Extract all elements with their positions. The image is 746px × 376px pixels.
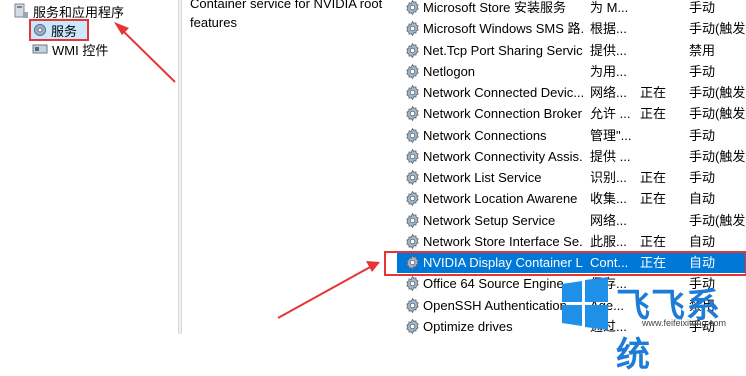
table-row[interactable]: Network Connection Broker 允许 ... 正在 手动(触发..…: [397, 103, 746, 124]
service-description-cell: 收集...: [590, 191, 627, 207]
service-description-cell: 为用...: [590, 63, 627, 79]
service-startup-type: 自动: [689, 255, 716, 270]
service-name: Network Connections: [423, 127, 547, 143]
tree-item-wmi[interactable]: WMI 控件: [32, 39, 108, 59]
service-description-cell: 允许 ...: [590, 106, 631, 122]
service-description-cell: 网络...: [590, 85, 627, 100]
service-description-cell: Cont...: [590, 255, 629, 270]
tree-item-services[interactable]: 服务: [32, 20, 77, 40]
table-row[interactable]: Microsoft Windows SMS 路... 根据... 手动(触发...: [397, 18, 746, 39]
table-row[interactable]: Network Connections 管理"... 手动: [397, 125, 746, 146]
service-name: Network Connected Devic...: [423, 85, 583, 100]
service-description-cell: 此服...: [590, 233, 627, 249]
service-status: [640, 125, 684, 146]
service-name: NVIDIA Display Container LS: [423, 255, 583, 270]
service-startup-type: 手动: [689, 127, 716, 143]
service-startup-type: 手动(触发...: [689, 212, 746, 228]
table-row-selected[interactable]: NVIDIA Display Container LS Cont... 正在 自动: [397, 252, 746, 273]
service-description-cell: 提供 ...: [590, 148, 631, 164]
service-status: [640, 0, 684, 18]
description-pane: Container service for NVIDIA root featur…: [182, 0, 392, 334]
service-status: 正在: [640, 170, 667, 185]
watermark: 飞飞系统 www.feifeixitong.com: [556, 272, 746, 375]
table-row[interactable]: Net.Tcp Port Sharing Service 提供... 禁用: [397, 40, 746, 61]
service-startup-type: 手动: [689, 170, 716, 185]
table-row[interactable]: Network Connectivity Assis... 提供 ... 手动(触发…: [397, 146, 746, 167]
gear-icon: [32, 22, 48, 38]
service-gear-icon: [404, 127, 422, 145]
service-startup-type: 禁用: [689, 42, 716, 58]
service-description-cell: 提供...: [590, 42, 627, 58]
service-description-cell: 识别...: [590, 170, 627, 185]
table-row[interactable]: Microsoft Store 安装服务 为 M... 手动: [397, 0, 746, 18]
service-name: Microsoft Store 安装服务: [423, 0, 567, 15]
table-row[interactable]: Network Store Interface Se... 此服... 正在 自动: [397, 231, 746, 252]
service-startup-type: 自动: [689, 233, 716, 249]
service-startup-type: 手动(触发...: [689, 106, 746, 122]
service-description: Container service for NVIDIA root featur…: [190, 0, 383, 30]
service-gear-icon: [404, 190, 422, 208]
tree-item-services-and-applications[interactable]: 服务和应用程序: [13, 1, 124, 21]
service-status: [640, 210, 684, 231]
service-gear-icon: [404, 42, 422, 60]
navigation-tree: 服务和应用程序 服务 WMI 控件: [0, 0, 178, 334]
service-name: Network Store Interface Se...: [423, 233, 583, 249]
windows-logo-icon: [562, 277, 608, 330]
service-gear-icon: [404, 148, 422, 166]
tree-item-label: 服务: [51, 23, 78, 39]
service-gear-icon: [404, 318, 422, 336]
watermark-url: www.feifeixitong.com: [642, 318, 727, 328]
service-status: [640, 146, 684, 167]
service-gear-icon: [404, 20, 422, 38]
service-gear-icon: [404, 0, 422, 17]
tree-item-label: WMI 控件: [52, 42, 109, 58]
wmi-control-icon: [32, 41, 48, 57]
service-description-cell: 管理"...: [590, 127, 632, 143]
service-description-cell: 根据...: [590, 21, 627, 37]
service-description-cell: 网络...: [590, 212, 627, 228]
service-status: 正在: [640, 106, 667, 122]
service-startup-type: 手动(触发...: [689, 85, 746, 100]
service-startup-type: 手动: [689, 63, 716, 79]
service-name: Net.Tcp Port Sharing Service: [423, 42, 583, 58]
table-row[interactable]: Network Location Awarene 收集... 正在 自动: [397, 188, 746, 209]
service-status: 正在: [640, 233, 667, 249]
service-name: Network Location Awarene: [423, 191, 578, 207]
service-gear-icon: [404, 63, 422, 81]
service-status: 正在: [640, 255, 667, 270]
table-row[interactable]: Netlogon 为用... 手动: [397, 61, 746, 82]
service-startup-type: 手动(触发...: [689, 21, 746, 37]
service-name: Network Setup Service: [423, 212, 556, 228]
service-name: Network Connection Broker: [423, 106, 582, 122]
service-gear-icon: [404, 275, 422, 293]
service-status: 正在: [640, 85, 667, 100]
service-name: Microsoft Windows SMS 路...: [423, 21, 583, 37]
service-startup-type: 手动: [689, 0, 716, 15]
service-startup-type: 手动(触发...: [689, 148, 746, 164]
tree-item-label: 服务和应用程序: [33, 4, 125, 20]
table-row[interactable]: Network Connected Devic... 网络... 正在 手动(触发..…: [397, 82, 746, 103]
service-gear-icon: [404, 169, 422, 187]
table-row[interactable]: Network List Service 识别... 正在 手动: [397, 167, 746, 188]
service-status: [640, 18, 684, 39]
service-description-cell: 为 M...: [590, 0, 629, 15]
service-gear-icon: [404, 254, 422, 272]
service-name: Network List Service: [423, 170, 542, 185]
service-gear-icon: [404, 233, 422, 251]
service-status: [640, 40, 684, 61]
service-gear-icon: [404, 297, 422, 315]
table-row[interactable]: Network Setup Service 网络... 手动(触发...: [397, 210, 746, 231]
service-startup-type: 自动: [689, 191, 716, 207]
service-name: Netlogon: [423, 63, 476, 79]
service-name: Network Connectivity Assis...: [423, 148, 583, 164]
service-gear-icon: [404, 84, 422, 102]
service-status: 正在: [640, 191, 667, 207]
computer-icon: [13, 3, 29, 19]
service-gear-icon: [404, 105, 422, 123]
service-gear-icon: [404, 212, 422, 230]
service-status: [640, 61, 684, 82]
